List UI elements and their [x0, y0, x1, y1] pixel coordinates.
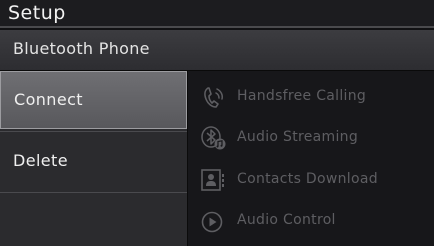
page-title: Setup: [8, 2, 66, 24]
menu-divider: [0, 131, 187, 132]
menu-divider: [0, 192, 187, 193]
bluetooth-audio-icon: [200, 125, 226, 151]
feature-list: Handsfree Calling Audio Streaming Contac…: [188, 71, 434, 246]
play-icon: [200, 208, 226, 234]
feature-label: Contacts Download: [237, 171, 378, 187]
feature-audio-streaming: Audio Streaming: [200, 123, 430, 153]
menu-item-label: Delete: [13, 151, 68, 170]
feature-contacts-download: Contacts Download: [200, 165, 430, 195]
section-title: Bluetooth Phone: [13, 39, 150, 58]
left-menu: Connect Delete: [0, 71, 187, 246]
menu-item-connect[interactable]: Connect: [0, 71, 187, 129]
contacts-icon: [200, 167, 226, 193]
feature-label: Audio Streaming: [237, 129, 359, 145]
menu-item-delete[interactable]: Delete: [0, 133, 187, 191]
feature-handsfree-calling: Handsfree Calling: [200, 82, 430, 112]
feature-audio-control: Audio Control: [200, 206, 430, 236]
feature-label: Audio Control: [237, 212, 336, 228]
section-header: Bluetooth Phone: [0, 30, 434, 71]
title-bar: Setup: [0, 0, 434, 28]
bluetooth-setup-screen: Setup Bluetooth Phone Connect Delete Han…: [0, 0, 434, 246]
feature-label: Handsfree Calling: [237, 88, 367, 104]
handsfree-phone-icon: [200, 84, 226, 110]
menu-item-label: Connect: [14, 90, 83, 109]
title-divider: [0, 26, 434, 28]
